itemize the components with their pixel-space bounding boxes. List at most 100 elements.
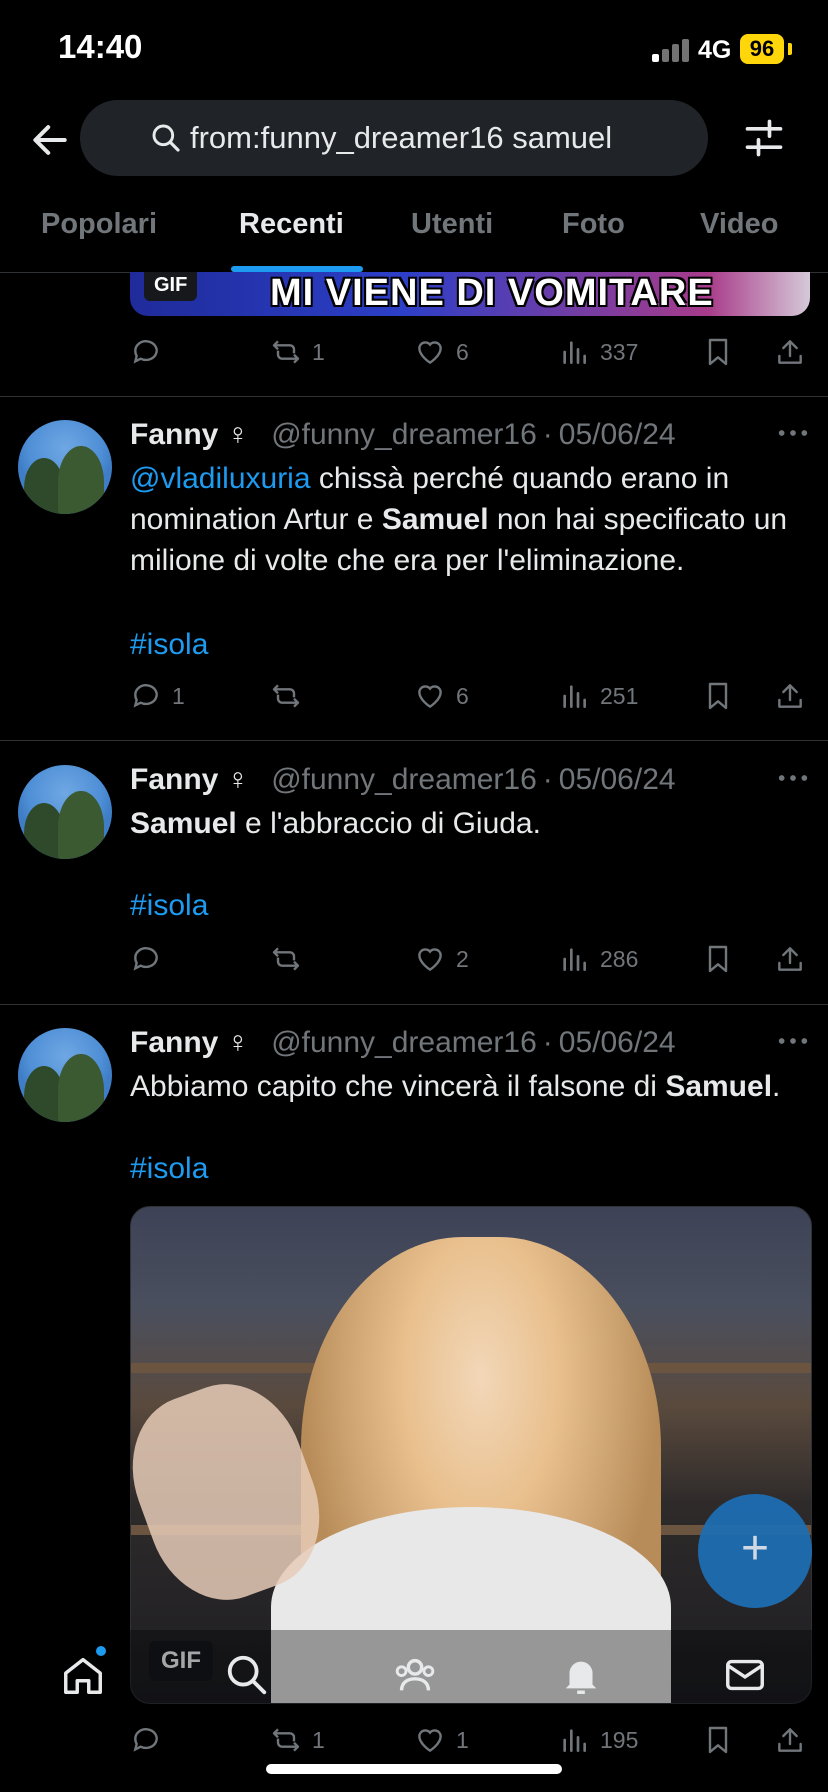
views-icon bbox=[563, 341, 586, 364]
tweet-actions: 2 286 bbox=[130, 939, 810, 979]
like-button[interactable]: 1 bbox=[414, 1720, 469, 1760]
bookmark-button[interactable] bbox=[702, 939, 734, 979]
bookmark-icon bbox=[708, 945, 728, 973]
tweet-text: Samuel e l'abbraccio di Giuda. bbox=[130, 803, 810, 844]
reply-count: 1 bbox=[172, 682, 185, 709]
reply-button[interactable]: 1 bbox=[130, 676, 185, 716]
views-count: 337 bbox=[600, 338, 639, 365]
like-button[interactable]: 6 bbox=[414, 676, 469, 716]
avatar[interactable] bbox=[18, 765, 112, 859]
messages-icon[interactable] bbox=[722, 1652, 768, 1698]
home-indicator[interactable] bbox=[266, 1764, 562, 1774]
back-arrow-icon[interactable] bbox=[28, 118, 72, 162]
divider bbox=[0, 1004, 828, 1005]
retweet-icon bbox=[272, 1728, 300, 1752]
network-type: 4G bbox=[698, 36, 732, 64]
display-name[interactable]: Fanny ♀ bbox=[130, 418, 249, 451]
share-icon bbox=[778, 340, 802, 364]
tweet-actions: 1 6 251 bbox=[130, 676, 810, 716]
share-button[interactable] bbox=[774, 1720, 806, 1760]
status-time: 14:40 bbox=[58, 28, 143, 65]
user-handle: @funny_dreamer16 bbox=[271, 418, 537, 451]
retweet-button[interactable]: 1 bbox=[270, 332, 325, 372]
reply-icon bbox=[133, 1728, 158, 1752]
heart-icon bbox=[418, 685, 442, 709]
avatar[interactable] bbox=[18, 420, 112, 514]
heart-icon bbox=[418, 948, 442, 972]
more-options-icon[interactable] bbox=[776, 418, 810, 448]
battery-level: 96 bbox=[740, 34, 784, 64]
share-icon bbox=[778, 947, 802, 971]
search-header: from:funny_dreamer16 samuel bbox=[0, 96, 828, 186]
bottom-navigation bbox=[0, 1630, 828, 1720]
hashtag-link[interactable]: #isola bbox=[130, 1148, 810, 1189]
separator: · bbox=[542, 1026, 553, 1059]
heart-icon bbox=[418, 341, 442, 365]
mention-link[interactable]: @vladiluxuria bbox=[130, 462, 311, 495]
views-button[interactable]: 195 bbox=[558, 1720, 638, 1760]
bookmark-button[interactable] bbox=[702, 1720, 734, 1760]
views-button[interactable]: 337 bbox=[558, 332, 638, 372]
compose-button[interactable]: + bbox=[698, 1494, 812, 1608]
bookmark-icon bbox=[708, 1726, 728, 1754]
more-options-icon[interactable] bbox=[776, 763, 810, 793]
tab-foto[interactable]: Foto bbox=[562, 208, 625, 241]
bookmark-button[interactable] bbox=[702, 332, 734, 372]
communities-icon[interactable] bbox=[392, 1652, 438, 1698]
tweet-text-part: e l'abbraccio di Giuda. bbox=[236, 807, 541, 840]
tweet-date: 05/06/24 bbox=[558, 763, 676, 796]
like-button[interactable]: 6 bbox=[414, 332, 469, 372]
hashtag-link[interactable]: #isola bbox=[130, 885, 810, 926]
share-button[interactable] bbox=[774, 676, 806, 716]
bookmark-button[interactable] bbox=[702, 676, 734, 716]
tab-utenti[interactable]: Utenti bbox=[411, 208, 493, 241]
home-icon[interactable] bbox=[60, 1652, 106, 1698]
tab-popolari[interactable]: Popolari bbox=[41, 208, 157, 241]
filter-settings-icon[interactable] bbox=[742, 116, 786, 160]
reply-button[interactable] bbox=[130, 332, 172, 372]
tweet-actions: 1 6 337 bbox=[130, 332, 810, 372]
search-input[interactable]: from:funny_dreamer16 samuel bbox=[80, 100, 708, 176]
user-handle: @funny_dreamer16 bbox=[271, 1026, 537, 1059]
hashtag-link[interactable]: #isola bbox=[130, 624, 810, 665]
like-count: 2 bbox=[456, 945, 469, 972]
notification-dot bbox=[96, 1646, 106, 1656]
reply-button[interactable] bbox=[130, 1720, 172, 1760]
highlighted-term: Samuel bbox=[381, 503, 489, 536]
bookmark-icon bbox=[708, 338, 728, 366]
display-name[interactable]: Fanny ♀ bbox=[130, 763, 249, 796]
reply-button[interactable] bbox=[130, 939, 172, 979]
gif-caption: MI VIENE DI VOMITARE bbox=[270, 272, 714, 314]
share-button[interactable] bbox=[774, 332, 806, 372]
tab-video[interactable]: Video bbox=[700, 208, 778, 241]
gif-media[interactable]: GIF MI VIENE DI VOMITARE bbox=[130, 272, 810, 316]
display-name[interactable]: Fanny ♀ bbox=[130, 1026, 249, 1059]
like-button[interactable]: 2 bbox=[414, 939, 469, 979]
views-button[interactable]: 286 bbox=[558, 939, 638, 979]
bookmark-icon bbox=[708, 682, 728, 710]
views-icon bbox=[563, 948, 586, 971]
highlighted-term: Samuel bbox=[130, 807, 237, 840]
like-count: 6 bbox=[456, 338, 469, 365]
separator: · bbox=[542, 763, 553, 796]
search-nav-icon[interactable] bbox=[224, 1652, 270, 1698]
retweet-button[interactable] bbox=[270, 676, 312, 716]
tweet-header: Fanny ♀ @funny_dreamer16 · 05/06/24 bbox=[130, 763, 820, 803]
reply-icon bbox=[133, 947, 158, 971]
share-icon bbox=[778, 684, 802, 708]
tab-recenti[interactable]: Recenti bbox=[239, 208, 344, 241]
notifications-icon[interactable] bbox=[558, 1652, 604, 1698]
separator: · bbox=[542, 418, 553, 451]
views-button[interactable]: 251 bbox=[558, 676, 638, 716]
more-options-icon[interactable] bbox=[776, 1026, 810, 1056]
status-bar: 14:40 4G 96 bbox=[0, 0, 828, 96]
like-count: 6 bbox=[456, 682, 469, 709]
retweet-button[interactable]: 1 bbox=[270, 1720, 325, 1760]
like-count: 1 bbox=[456, 1726, 469, 1753]
retweet-button[interactable] bbox=[270, 939, 312, 979]
views-icon bbox=[563, 685, 586, 708]
views-icon bbox=[563, 1729, 586, 1752]
share-button[interactable] bbox=[774, 939, 806, 979]
views-count: 251 bbox=[600, 682, 639, 709]
avatar[interactable] bbox=[18, 1028, 112, 1122]
